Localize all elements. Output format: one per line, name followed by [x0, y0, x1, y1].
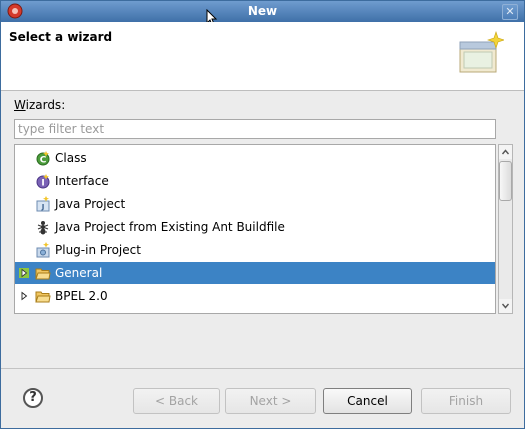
tree-item-label: Class [55, 151, 87, 165]
tree-item-general[interactable]: General [15, 262, 495, 284]
chevron-down-icon [501, 303, 510, 309]
finish-button[interactable]: Finish [421, 388, 511, 414]
page-title: Select a wizard [9, 30, 113, 44]
help-button[interactable]: ? [23, 388, 43, 408]
folder-icon [35, 268, 51, 280]
plugin-project-icon [36, 242, 50, 258]
svg-text:J: J [41, 203, 45, 211]
tree-item-label: Java Project from Existing Ant Buildfile [55, 220, 285, 234]
tree-item-label: Java Project [55, 197, 126, 211]
tree-item-label: Interface [55, 174, 109, 188]
chevron-up-icon [501, 149, 510, 155]
window-title: New [247, 4, 278, 18]
svg-text:I: I [41, 179, 44, 189]
scroll-down-button[interactable] [499, 299, 512, 313]
svg-text:C: C [40, 156, 47, 166]
new-wizard-dialog: New ✕ Select a wizard Wizards: C Class [0, 0, 525, 429]
wizards-label: Wizards: [14, 98, 66, 112]
tree-item-label: Plug-in Project [55, 243, 141, 257]
ant-icon [37, 221, 49, 235]
tree-item-plugin-project[interactable]: Plug-in Project [15, 239, 495, 261]
java-project-icon: J [36, 196, 50, 212]
tree-item-java-project[interactable]: J Java Project [15, 193, 495, 215]
scroll-thumb[interactable] [499, 161, 512, 201]
expand-arrow-icon[interactable] [19, 291, 29, 301]
folder-icon [35, 291, 51, 303]
tree-scrollbar[interactable] [498, 144, 513, 314]
back-button[interactable]: < Back [133, 388, 220, 414]
tree-item-interface[interactable]: I Interface [15, 170, 495, 192]
wizard-banner-icon [459, 31, 504, 73]
scroll-up-button[interactable] [499, 145, 512, 159]
next-button[interactable]: Next > [225, 388, 316, 414]
wizard-tree[interactable]: C Class I Interface J Java Project Java … [14, 144, 496, 314]
button-bar-separator [1, 368, 524, 369]
class-icon: C [36, 151, 50, 166]
close-button[interactable]: ✕ [502, 4, 518, 20]
tree-item-bpel[interactable]: BPEL 2.0 [15, 285, 495, 307]
filter-input[interactable] [14, 119, 496, 139]
tree-item-label: General [55, 266, 103, 280]
expand-arrow-icon[interactable] [19, 268, 29, 278]
tree-item-class[interactable]: C Class [15, 147, 495, 169]
wizard-header: Select a wizard [1, 22, 524, 91]
title-bar[interactable]: New ✕ [1, 1, 524, 22]
tree-item-label: BPEL 2.0 [55, 289, 108, 303]
cancel-button[interactable]: Cancel [323, 388, 412, 414]
tree-item-java-project-ant[interactable]: Java Project from Existing Ant Buildfile [15, 216, 495, 238]
interface-icon: I [36, 174, 50, 189]
